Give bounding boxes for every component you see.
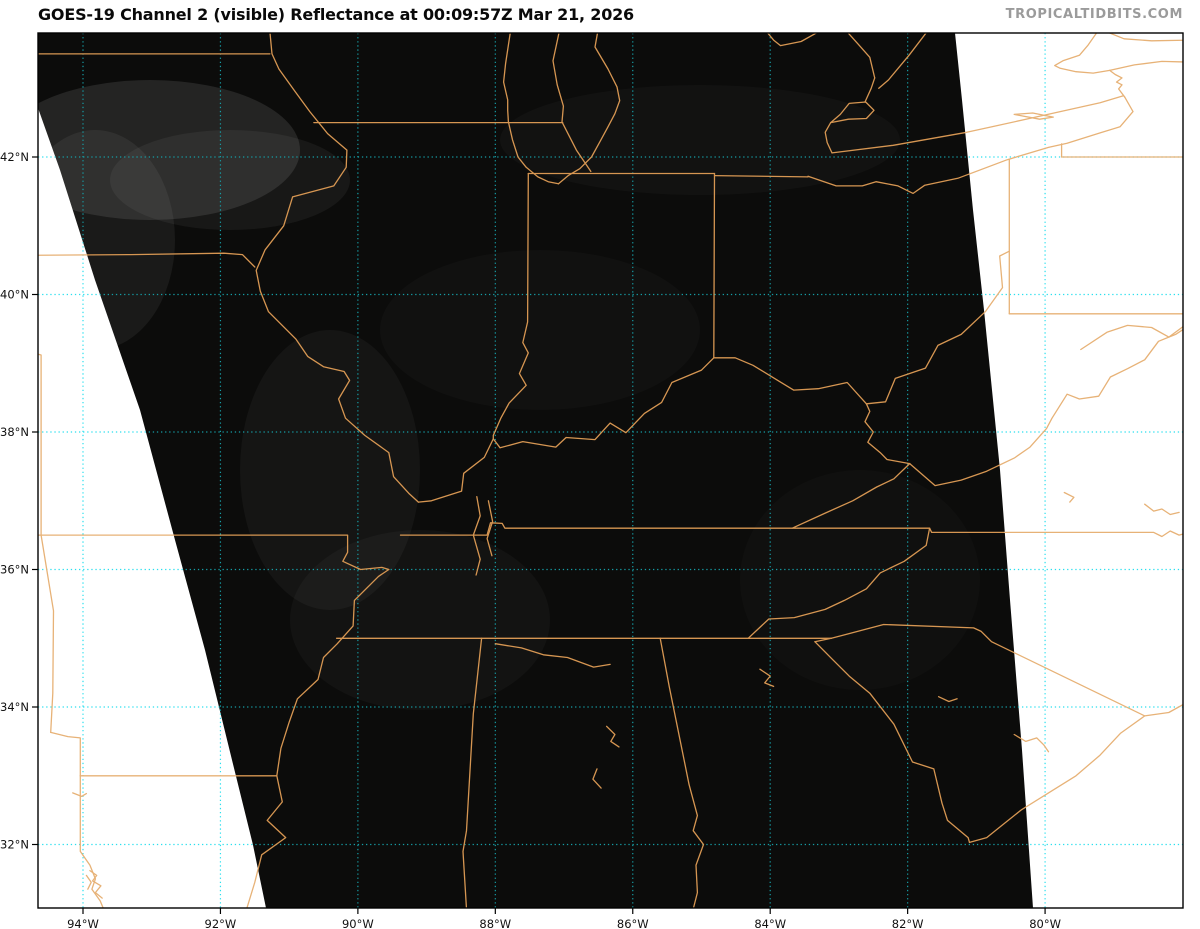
state-border-line xyxy=(713,172,716,359)
lon-axis-label: 84°W xyxy=(754,917,786,929)
lat-axis-label: 36°N xyxy=(0,563,29,577)
cloud-wisp xyxy=(290,530,550,710)
lon-axis-label: 88°W xyxy=(479,917,511,929)
lat-axis-label: 40°N xyxy=(0,288,29,302)
plot-area xyxy=(38,33,1183,908)
cloud-wisp xyxy=(110,130,350,230)
lon-axis-label: 86°W xyxy=(617,917,649,929)
lon-axis-label: 90°W xyxy=(342,917,374,929)
satellite-map-canvas: 42°N 40°N 38°N 36°N 34°N 32°N 94°W 92°W 90°W 88°W… xyxy=(0,32,1184,929)
lat-axis-label: 32°N xyxy=(0,838,29,852)
goes-satellite-figure: GOES-19 Channel 2 (visible) Reflectance … xyxy=(0,0,1200,929)
cloud-wisp xyxy=(740,470,980,690)
lon-axis-label: 92°W xyxy=(205,917,237,929)
cloud-wisp xyxy=(500,85,900,195)
lon-axis-label: 80°W xyxy=(1029,917,1061,929)
lat-axis-label: 38°N xyxy=(0,425,29,439)
lon-axis-label: 82°W xyxy=(892,917,924,929)
cloud-wisp xyxy=(380,250,700,410)
lon-axis-label: 94°W xyxy=(67,917,99,929)
lat-axis-label: 42°N xyxy=(0,150,29,164)
lat-axis-label: 34°N xyxy=(0,700,29,714)
